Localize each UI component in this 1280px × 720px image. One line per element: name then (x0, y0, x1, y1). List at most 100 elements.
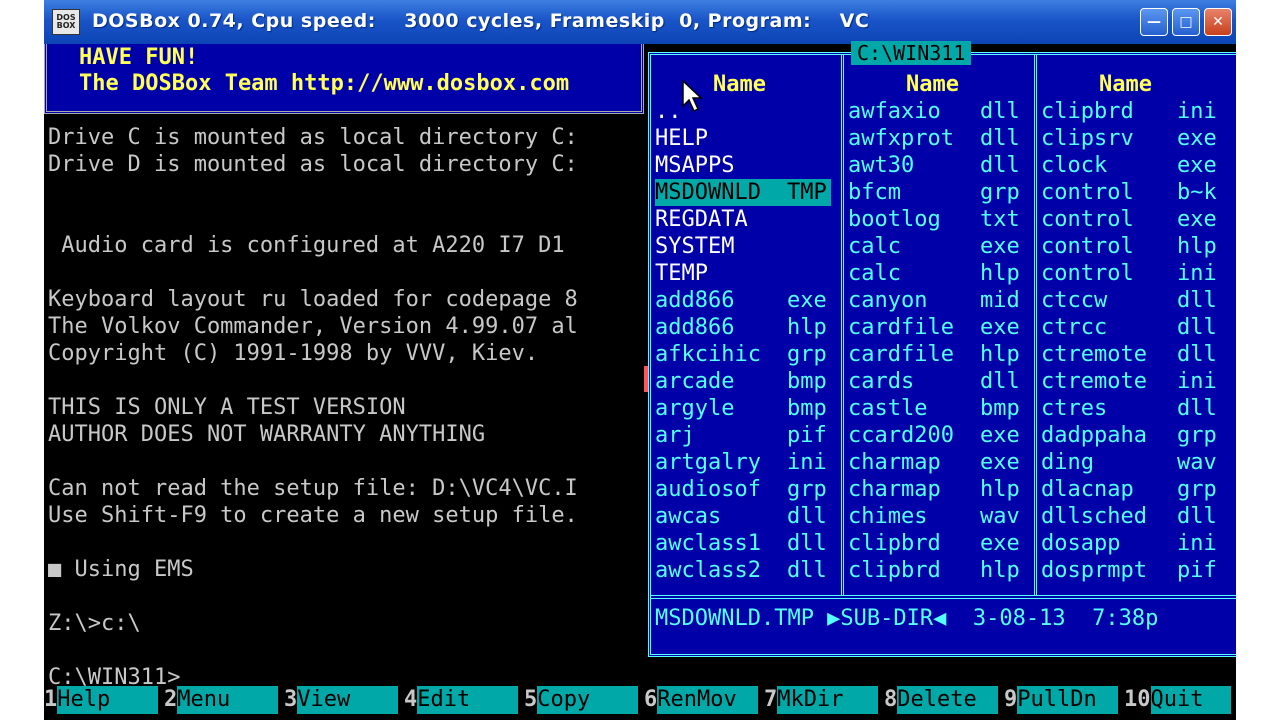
file-entry[interactable]: dosprmpt pif (1041, 557, 1221, 584)
file-name: MSDOWNLD (655, 180, 761, 205)
directory-entry[interactable]: TEMP (655, 260, 831, 287)
file-entry[interactable]: clipbrd hlp (848, 557, 1024, 584)
file-entry[interactable]: charmap hlp (848, 476, 1024, 503)
console-line: Drive D is mounted as local directory C: (48, 152, 578, 177)
left-margin (0, 0, 44, 720)
function-key-9[interactable]: 9PullDn (1004, 686, 1124, 720)
file-ext: wav (980, 504, 1020, 529)
maximize-button[interactable]: □ (1172, 8, 1200, 36)
file-ext: dll (787, 531, 827, 556)
function-key-7[interactable]: 7MkDir (764, 686, 884, 720)
right-margin (1236, 0, 1280, 720)
function-key-number: 10 (1124, 687, 1151, 712)
file-name: dosapp (1041, 531, 1121, 556)
file-entry[interactable]: clipbrd exe (848, 530, 1024, 557)
file-name: charmap (848, 477, 941, 502)
file-entry[interactable]: awfxprot dll (848, 125, 1024, 152)
file-name: ctres (1041, 396, 1108, 421)
file-entry[interactable]: artgalry ini (655, 449, 831, 476)
file-entry[interactable]: awclass2 dll (655, 557, 831, 584)
file-entry[interactable]: ctremote ini (1041, 368, 1221, 395)
file-entry[interactable]: add866 exe (655, 287, 831, 314)
function-key-10[interactable]: 10Quit (1124, 686, 1236, 720)
file-entry[interactable]: clipbrd ini (1041, 98, 1221, 125)
file-ext: exe (980, 234, 1020, 259)
file-panel[interactable]: C:\WIN311 Name .. HELP MSAPPS MSDOWNLD TMP RE… (648, 41, 1236, 657)
directory-entry[interactable]: HELP (655, 125, 831, 152)
file-entry[interactable]: calc exe (848, 233, 1024, 260)
file-entry[interactable]: clock exe (1041, 152, 1221, 179)
dos-screen[interactable]: HAVE FUN! The DOSBox Team http://www.dos… (44, 41, 1236, 720)
file-entry[interactable]: ccard200 exe (848, 422, 1024, 449)
file-entry[interactable]: dosapp ini (1041, 530, 1221, 557)
function-key-2[interactable]: 2Menu (164, 686, 284, 720)
console-line: AUTHOR DOES NOT WARRANTY ANYTHING (48, 422, 486, 447)
file-entry[interactable]: control exe (1041, 206, 1221, 233)
file-entry[interactable]: calc hlp (848, 260, 1024, 287)
file-name: dlacnap (1041, 477, 1134, 502)
function-key-5[interactable]: 5Copy (524, 686, 644, 720)
file-entry[interactable]: bootlog txt (848, 206, 1024, 233)
file-name: clipbrd (1041, 99, 1134, 124)
file-ext: TMP (787, 180, 827, 205)
directory-entry[interactable]: SYSTEM (655, 233, 831, 260)
file-name: awclass2 (655, 558, 761, 583)
file-entry[interactable]: dlacnap grp (1041, 476, 1221, 503)
function-key-8[interactable]: 8Delete (884, 686, 1004, 720)
directory-entry[interactable]: REGDATA (655, 206, 831, 233)
file-entry[interactable]: dllsched dll (1041, 503, 1221, 530)
file-entry[interactable]: control ini (1041, 260, 1221, 287)
file-entry[interactable]: audiosof grp (655, 476, 831, 503)
file-entry[interactable]: ctccw dll (1041, 287, 1221, 314)
file-entry[interactable]: arcade bmp (655, 368, 831, 395)
file-entry[interactable]: ctres dll (1041, 395, 1221, 422)
directory-entry[interactable]: MSDOWNLD TMP (655, 179, 831, 206)
column-header: Name (1099, 72, 1152, 97)
file-entry[interactable]: canyon mid (848, 287, 1024, 314)
function-key-6[interactable]: 6RenMov (644, 686, 764, 720)
dosbox-icon[interactable]: DOS BOX (52, 9, 80, 35)
file-entry[interactable]: dadppaha grp (1041, 422, 1221, 449)
file-entry[interactable]: bfcm grp (848, 179, 1024, 206)
file-entry[interactable]: add866 hlp (655, 314, 831, 341)
file-entry[interactable]: ctremote dll (1041, 341, 1221, 368)
file-entry[interactable]: awcas dll (655, 503, 831, 530)
file-entry[interactable]: awclass1 dll (655, 530, 831, 557)
file-name: ctccw (1041, 288, 1108, 313)
file-entry[interactable]: castle bmp (848, 395, 1024, 422)
file-entry[interactable]: control b~k (1041, 179, 1221, 206)
file-entry[interactable]: cardfile exe (848, 314, 1024, 341)
file-ext: dll (1177, 396, 1217, 421)
file-ext: exe (1177, 153, 1217, 178)
file-entry[interactable]: control hlp (1041, 233, 1221, 260)
title-bar[interactable]: DOS BOX DOSBox 0.74, Cpu speed: 3000 cycl… (44, 0, 1236, 44)
file-name: cardfile (848, 315, 954, 340)
file-ext: dll (1177, 342, 1217, 367)
file-ext: dll (1177, 504, 1217, 529)
file-name: arcade (655, 369, 735, 394)
function-key-3[interactable]: 3View (284, 686, 404, 720)
close-button[interactable]: ✕ (1204, 8, 1232, 36)
file-entry[interactable]: argyle bmp (655, 395, 831, 422)
function-key-4[interactable]: 4Edit (404, 686, 524, 720)
file-entry[interactable]: clipsrv exe (1041, 125, 1221, 152)
function-key-1[interactable]: 1Help (44, 686, 164, 720)
file-entry[interactable]: chimes wav (848, 503, 1024, 530)
file-entry[interactable]: ding wav (1041, 449, 1221, 476)
file-ext: ini (1177, 99, 1217, 124)
file-entry[interactable]: afkcihic grp (655, 341, 831, 368)
file-name: dadppaha (1041, 423, 1147, 448)
file-entry[interactable]: cardfile hlp (848, 341, 1024, 368)
file-entry[interactable]: charmap exe (848, 449, 1024, 476)
minimize-button[interactable]: — (1140, 8, 1168, 36)
welcome-banner: HAVE FUN! The DOSBox Team http://www.dos… (44, 44, 644, 114)
file-entry[interactable]: awt30 dll (848, 152, 1024, 179)
file-ext: mid (980, 288, 1020, 313)
file-entry[interactable]: cards dll (848, 368, 1024, 395)
directory-entry[interactable]: MSAPPS (655, 152, 831, 179)
file-entry[interactable]: arj pif (655, 422, 831, 449)
function-key-number: 2 (164, 687, 178, 712)
file-entry[interactable]: awfaxio dll (848, 98, 1024, 125)
file-entry[interactable]: ctrcc dll (1041, 314, 1221, 341)
file-ext: dll (980, 369, 1020, 394)
